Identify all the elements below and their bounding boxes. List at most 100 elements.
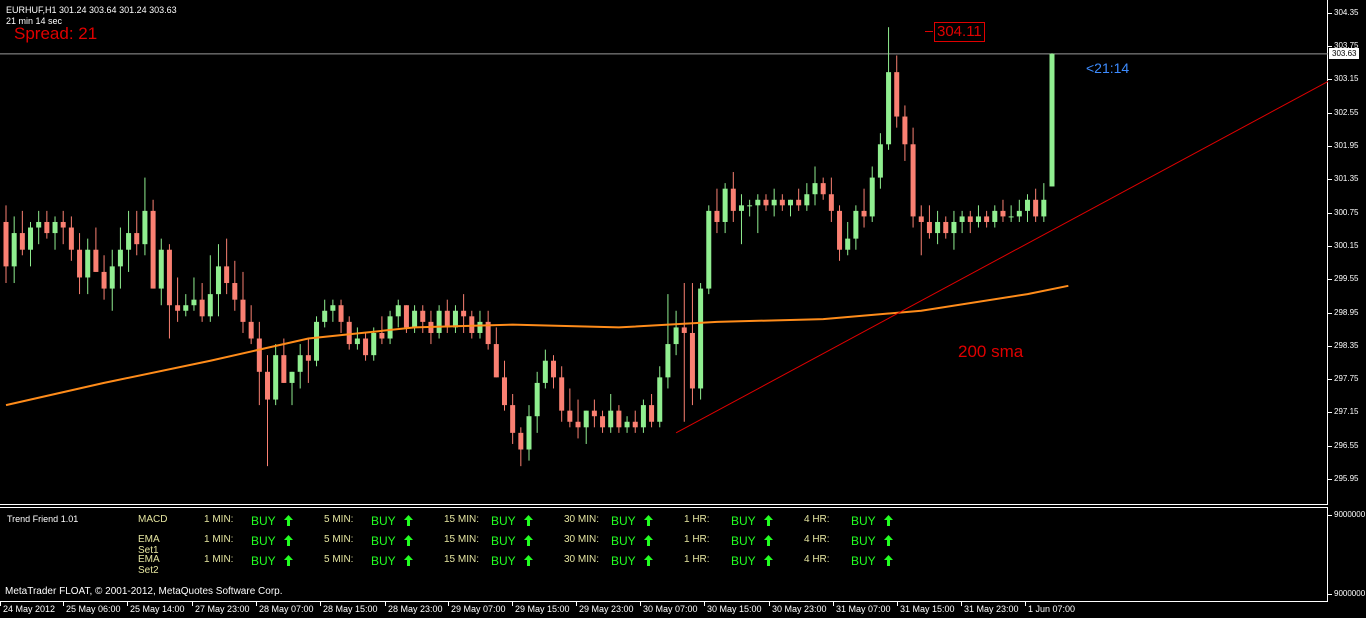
candle-body bbox=[395, 305, 401, 317]
timeframe-label: 4 HR: bbox=[804, 514, 830, 525]
candle-body bbox=[60, 221, 66, 228]
candle bbox=[444, 299, 450, 333]
candle bbox=[452, 305, 458, 333]
price-tick: 298.95 bbox=[1327, 307, 1359, 317]
candle-body bbox=[738, 205, 744, 211]
candle bbox=[665, 294, 671, 389]
time-tick: 28 May 23:00 bbox=[385, 602, 443, 614]
candle bbox=[730, 172, 736, 222]
indicator-axis: 9000000 9000000 bbox=[1327, 507, 1366, 602]
candle bbox=[967, 210, 973, 234]
candle-body bbox=[600, 416, 606, 428]
time-tick: 27 May 23:00 bbox=[192, 602, 250, 614]
up-arrow-icon bbox=[404, 555, 413, 566]
candle-body bbox=[412, 310, 418, 328]
up-arrow-icon bbox=[404, 535, 413, 546]
timeframe-label: 1 HR: bbox=[684, 534, 710, 545]
candle bbox=[469, 310, 475, 339]
candle-body bbox=[314, 321, 320, 361]
up-arrow-icon bbox=[284, 535, 293, 546]
candle-body bbox=[861, 210, 867, 217]
trendline bbox=[675, 80, 1328, 434]
candle-body bbox=[714, 210, 720, 222]
candle bbox=[649, 394, 655, 428]
candle-body bbox=[256, 338, 262, 372]
candle-body bbox=[379, 332, 385, 339]
candle bbox=[984, 210, 990, 228]
candle-body bbox=[992, 210, 998, 222]
candle bbox=[183, 294, 189, 317]
candle-body bbox=[346, 321, 352, 345]
candle bbox=[616, 405, 622, 433]
time-axis[interactable]: 24 May 2012 25 May 06:00 25 May 14:00 27 Ma… bbox=[0, 602, 1366, 618]
candle bbox=[926, 205, 932, 239]
candle-body bbox=[730, 188, 736, 211]
candle-body bbox=[518, 432, 524, 450]
candle-body bbox=[649, 405, 655, 422]
candle bbox=[85, 238, 91, 295]
candle bbox=[591, 399, 597, 428]
candle-body bbox=[886, 72, 892, 145]
time-tick: 29 May 23:00 bbox=[576, 602, 634, 614]
candle-body bbox=[68, 227, 74, 250]
candle bbox=[330, 299, 336, 322]
timeframe-label: 1 HR: bbox=[684, 554, 710, 565]
candle-body bbox=[1041, 199, 1047, 217]
candle bbox=[109, 249, 115, 311]
candle bbox=[11, 216, 17, 284]
candle bbox=[877, 133, 883, 189]
candle bbox=[117, 227, 123, 289]
candle bbox=[314, 316, 320, 367]
signal-value: BUY bbox=[731, 554, 756, 568]
candle-body bbox=[657, 377, 663, 422]
price-axis[interactable]: 304.35 303.75 303.15 302.55 301.95 301.35 300.… bbox=[1327, 0, 1366, 505]
signal-value: BUY bbox=[491, 554, 516, 568]
candle-body bbox=[812, 183, 818, 195]
indicator-panel[interactable]: Trend Friend 1.01 MACD 1 MIN: BUY 5 MIN: BUY… bbox=[0, 507, 1328, 602]
candle bbox=[861, 188, 867, 228]
candle bbox=[191, 277, 197, 311]
candle-body bbox=[681, 327, 687, 333]
candle-body bbox=[420, 310, 426, 322]
candle-body bbox=[796, 199, 802, 206]
candle-body bbox=[526, 416, 532, 450]
candle-body bbox=[101, 271, 107, 289]
candle-body bbox=[951, 221, 957, 234]
candle bbox=[779, 194, 785, 211]
candle-body bbox=[452, 310, 458, 328]
signal-row-label: MACD bbox=[138, 514, 168, 525]
candle-body bbox=[1000, 210, 1006, 217]
candle bbox=[395, 299, 401, 328]
candle-body bbox=[305, 355, 311, 361]
candle-body bbox=[52, 221, 58, 234]
candle bbox=[600, 410, 606, 433]
candle bbox=[166, 244, 172, 339]
candle-body bbox=[575, 421, 581, 428]
candle-body bbox=[273, 355, 279, 400]
copyright-text: MetaTrader FLOAT, © 2001-2012, MetaQuote… bbox=[5, 586, 283, 597]
timeframe-label: 30 MIN: bbox=[564, 534, 600, 545]
candle-body bbox=[297, 355, 303, 372]
candle bbox=[436, 305, 442, 339]
main-chart-panel[interactable]: EURHUF,H1 301.24 303.64 301.24 303.63 21… bbox=[0, 0, 1328, 505]
signal-row-label: EMA Set2 bbox=[138, 554, 160, 576]
candle bbox=[714, 188, 720, 234]
candle-body bbox=[1049, 53, 1055, 187]
timeframe-label: 15 MIN: bbox=[444, 554, 480, 565]
timeframe-label: 30 MIN: bbox=[564, 554, 600, 565]
signal-value: BUY bbox=[611, 514, 636, 528]
candle bbox=[1016, 199, 1022, 222]
time-tick: 30 May 15:00 bbox=[704, 602, 762, 614]
price-tick: 303.15 bbox=[1327, 74, 1359, 84]
candle bbox=[1033, 188, 1039, 222]
candle-body bbox=[11, 233, 17, 267]
up-arrow-icon bbox=[284, 555, 293, 566]
candle bbox=[706, 205, 712, 295]
up-arrow-icon bbox=[404, 515, 413, 526]
price-tick: 300.75 bbox=[1327, 207, 1359, 217]
candle-body bbox=[338, 305, 344, 322]
candle-body bbox=[640, 405, 646, 428]
up-arrow-icon bbox=[284, 515, 293, 526]
candle-body bbox=[199, 299, 205, 317]
candle-body bbox=[869, 177, 875, 217]
